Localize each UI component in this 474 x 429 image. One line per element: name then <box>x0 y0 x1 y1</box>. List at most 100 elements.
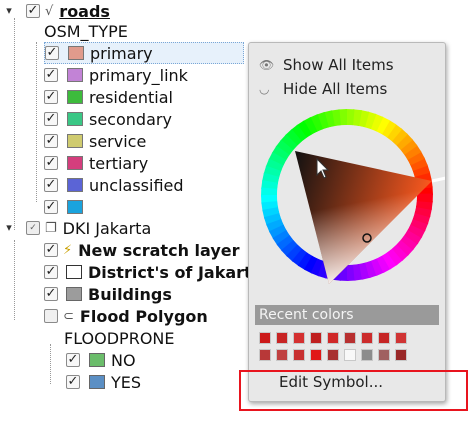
layer-name: Flood Polygon <box>79 306 208 326</box>
menu-item-label: Hide All Items <box>283 80 388 98</box>
show-all-items-menu-item[interactable]: 👁 Show All Items <box>255 54 439 76</box>
recent-color-swatch[interactable] <box>310 332 322 344</box>
floodprone-label: FLOODPRONE <box>64 328 175 348</box>
recent-colors-label: Recent colors <box>259 307 354 323</box>
layer-checkbox[interactable]: ✓ <box>44 265 58 279</box>
tree-line <box>36 42 37 202</box>
hide-all-items-menu-item[interactable]: ◡ Hide All Items <box>255 78 439 100</box>
recent-color-swatch[interactable] <box>276 349 288 361</box>
attribute-label: FLOODPRONE <box>64 327 175 349</box>
legend-label: tertiary <box>89 153 149 173</box>
group-name: DKI Jakarta <box>62 218 152 238</box>
color-swatch <box>68 46 84 60</box>
scratch-layer-icon: ⚡ <box>63 242 73 258</box>
recent-color-swatch[interactable] <box>344 349 356 361</box>
layer-name: New scratch layer <box>78 240 240 260</box>
recent-color-swatch[interactable] <box>327 332 339 344</box>
recent-color-swatch[interactable] <box>378 332 390 344</box>
group-checkbox[interactable]: ✓ <box>26 221 40 235</box>
color-swatch <box>67 90 83 104</box>
osm-type-label: OSM_TYPE <box>44 21 128 41</box>
eye-closed-icon: ◡ <box>259 82 270 96</box>
recent-colors-row <box>259 349 407 361</box>
legend-checkbox[interactable]: ✓ <box>44 178 58 192</box>
color-swatch <box>89 375 105 389</box>
recent-color-swatch[interactable] <box>395 349 407 361</box>
legend-checkbox[interactable]: ✓ <box>44 112 58 126</box>
color-swatch <box>67 156 83 170</box>
legend-label: primary <box>90 43 153 63</box>
legend-checkbox[interactable]: ✓ <box>66 353 80 367</box>
legend-checkbox[interactable]: ✓ <box>44 134 58 148</box>
layer-name: District's of Jakarta <box>88 262 263 282</box>
line-layer-icon: √ <box>45 3 54 19</box>
legend-item[interactable]: ✓ secondary <box>44 108 172 130</box>
legend-checkbox[interactable]: ✓ <box>44 200 58 214</box>
legend-label: unclassified <box>89 175 184 195</box>
layer-name-roads: roads <box>59 1 110 21</box>
legend-item[interactable]: ✓ primary_link <box>44 64 188 86</box>
eye-icon: 👁 <box>259 58 275 72</box>
legend-label: YES <box>111 372 142 392</box>
layer-row[interactable]: ✓ District's of Jakarta <box>44 261 262 283</box>
layer-checkbox[interactable]: ✓ <box>44 243 58 257</box>
legend-item[interactable]: ✓ service <box>44 130 146 152</box>
recent-colors-header: Recent colors <box>255 305 439 325</box>
legend-item-no[interactable]: ✓ NO <box>66 349 136 371</box>
polygon-symbol-icon <box>66 287 82 301</box>
recent-color-swatch[interactable] <box>259 332 271 344</box>
legend-checkbox[interactable]: ✓ <box>44 90 58 104</box>
collapse-icon[interactable]: ▾ <box>4 5 14 16</box>
color-swatch <box>67 134 83 148</box>
collapse-icon[interactable]: ▾ <box>4 222 14 233</box>
context-menu: 👁 Show All Items ◡ Hide All Items Recent… <box>248 42 446 402</box>
layer-row[interactable]: ✓ Buildings <box>44 283 172 305</box>
hue-marker[interactable] <box>431 176 445 183</box>
legend-item[interactable]: ✓ primary <box>44 42 244 64</box>
legend-checkbox[interactable]: ✓ <box>45 46 59 60</box>
color-wheel-picker[interactable] <box>249 109 445 289</box>
legend-item[interactable]: ✓ residential <box>44 86 173 108</box>
recent-color-swatch[interactable] <box>327 349 339 361</box>
layer-row[interactable]: ⊂ Flood Polygon <box>44 305 208 327</box>
color-swatch <box>67 68 83 82</box>
layer-name: Buildings <box>88 284 172 304</box>
color-swatch <box>67 178 83 192</box>
recent-color-swatch[interactable] <box>259 349 271 361</box>
legend-label: residential <box>89 87 173 107</box>
legend-checkbox[interactable]: ✓ <box>66 375 80 389</box>
polygon-symbol-icon <box>66 265 82 279</box>
legend-label: service <box>89 131 147 151</box>
categorized-icon: ⊂ <box>63 308 74 324</box>
layer-checkbox[interactable]: ✓ <box>44 287 58 301</box>
tree-line <box>14 240 15 320</box>
legend-item[interactable]: ✓ tertiary <box>44 152 148 174</box>
layer-checkbox[interactable]: ✓ <box>26 4 40 18</box>
recent-color-swatch[interactable] <box>361 332 373 344</box>
recent-color-swatch[interactable] <box>395 332 407 344</box>
recent-color-swatch[interactable] <box>378 349 390 361</box>
layer-checkbox[interactable] <box>44 309 58 323</box>
recent-color-swatch[interactable] <box>310 349 322 361</box>
legend-checkbox[interactable]: ✓ <box>44 68 58 82</box>
color-swatch <box>67 200 83 214</box>
layer-row-roads[interactable]: ▾ ✓ √ roads <box>4 0 110 22</box>
recent-color-swatch[interactable] <box>361 349 373 361</box>
legend-item[interactable]: ✓ unclassified <box>44 174 184 196</box>
recent-color-swatch[interactable] <box>293 332 305 344</box>
recent-colors-row <box>259 332 407 344</box>
tree-line <box>50 344 51 384</box>
recent-color-swatch[interactable] <box>276 332 288 344</box>
legend-item[interactable]: ✓ <box>44 196 89 218</box>
legend-item-yes[interactable]: ✓ YES <box>66 371 141 393</box>
menu-item-label: Show All Items <box>283 56 394 74</box>
tree-line <box>14 18 15 230</box>
legend-label: NO <box>111 350 136 370</box>
legend-checkbox[interactable]: ✓ <box>44 156 58 170</box>
layer-row[interactable]: ✓ ⚡ New scratch layer <box>44 239 239 261</box>
attribute-label: OSM_TYPE <box>44 20 128 42</box>
group-row-dki-jakarta[interactable]: ▾ ✓ ❐ DKI Jakarta <box>4 217 151 239</box>
color-swatch <box>67 112 83 126</box>
recent-color-swatch[interactable] <box>293 349 305 361</box>
recent-color-swatch[interactable] <box>344 332 356 344</box>
